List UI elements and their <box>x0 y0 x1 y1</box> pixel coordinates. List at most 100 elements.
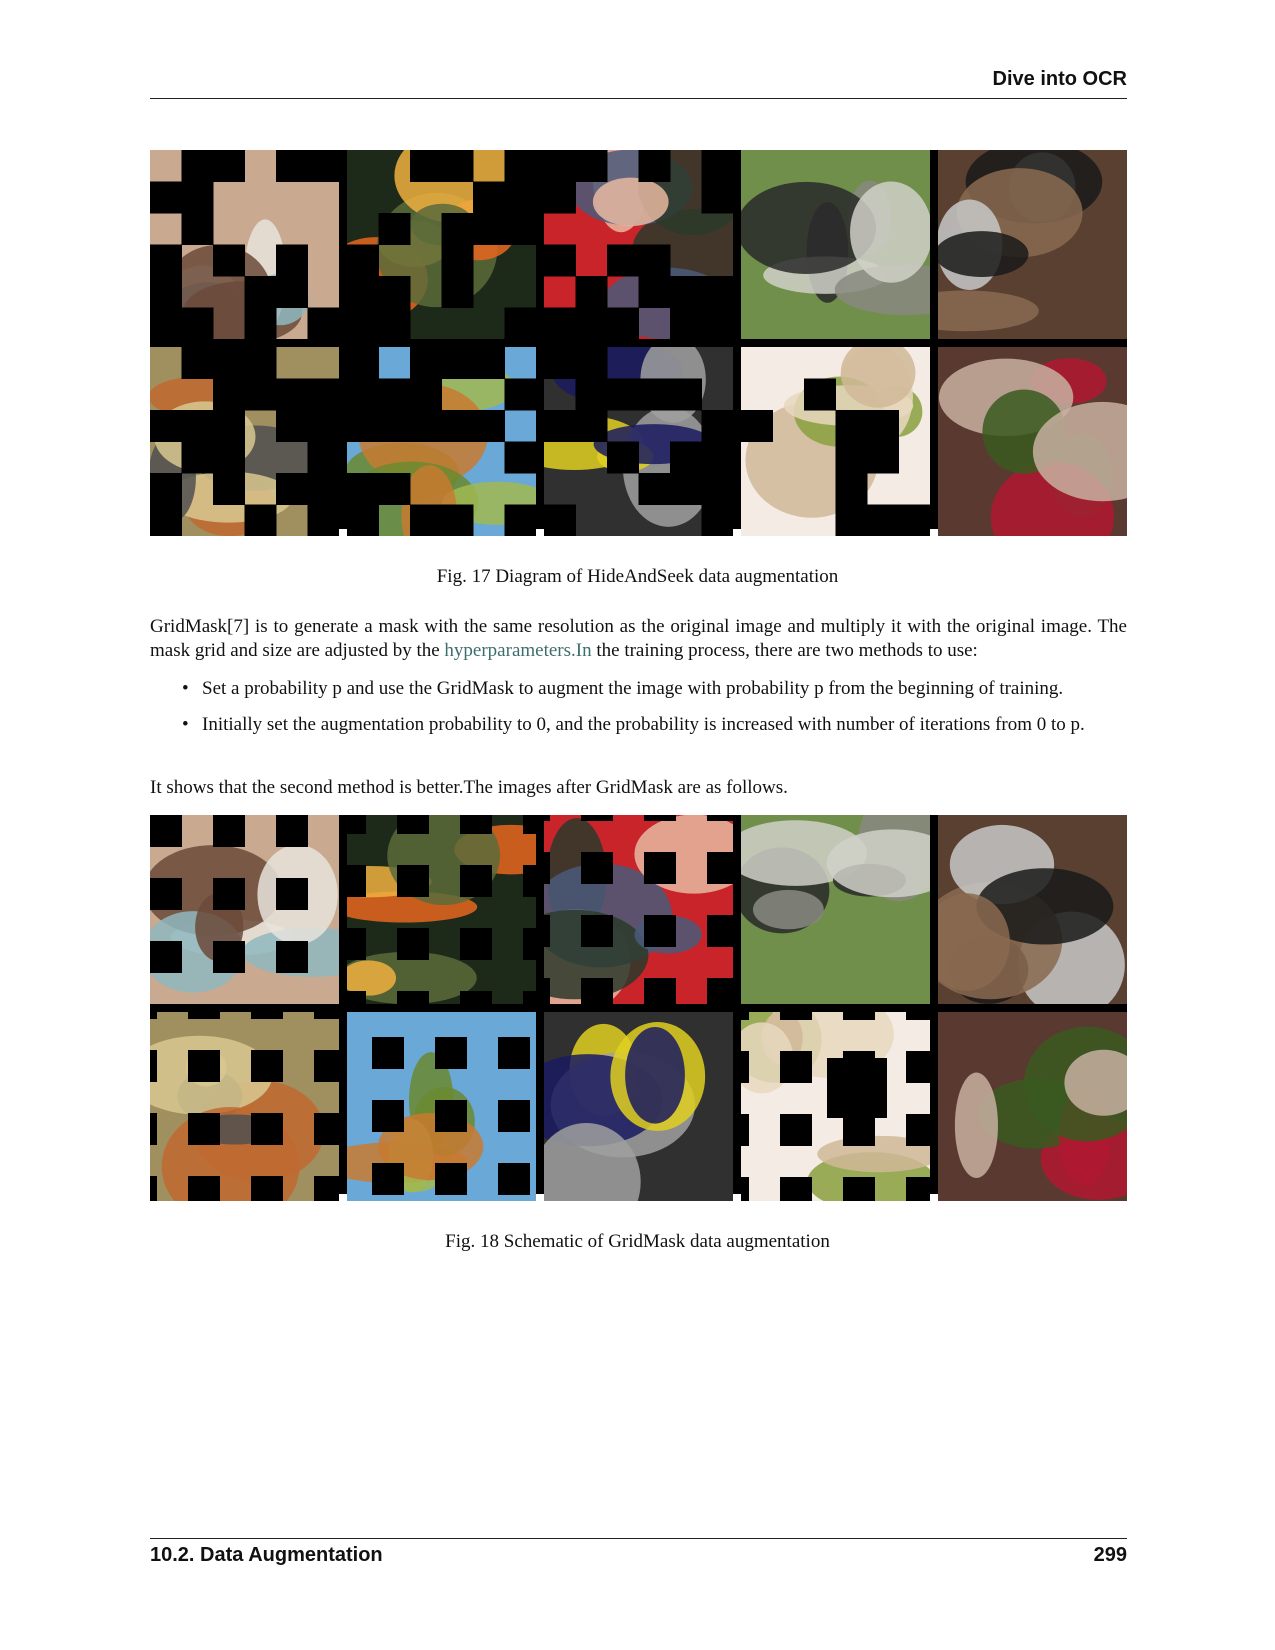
mask-block <box>441 150 474 182</box>
mask-block <box>181 307 214 339</box>
mask-block <box>670 307 702 339</box>
mask-block <box>441 347 474 379</box>
mask-block <box>213 150 245 182</box>
mask-block <box>581 852 613 884</box>
mask-block <box>575 410 608 442</box>
mask-block <box>835 473 868 505</box>
mask-block <box>741 1012 749 1020</box>
mask-block <box>473 347 505 379</box>
mask-block <box>581 915 613 947</box>
mask-block <box>188 1012 220 1019</box>
mask-block <box>504 150 536 182</box>
mask-block <box>372 1163 404 1195</box>
mask-block <box>347 276 379 308</box>
mask-block <box>701 276 733 308</box>
mask-block <box>638 150 671 182</box>
mask-block <box>701 181 733 214</box>
mask-block <box>276 150 308 182</box>
mask-block <box>741 1114 749 1146</box>
para-text-end: the training process, there are two meth… <box>591 640 978 661</box>
mask-block <box>213 815 245 847</box>
mask-block <box>150 941 182 973</box>
mask-block <box>460 865 492 897</box>
mask-block <box>906 1177 930 1201</box>
mask-block <box>780 1012 812 1020</box>
mask-block <box>607 378 639 411</box>
mask-block <box>213 244 245 277</box>
mask-block <box>843 1177 875 1201</box>
header-rule <box>150 98 1127 99</box>
mask-block <box>188 1176 220 1201</box>
mask-block <box>347 991 366 1004</box>
mask-block <box>575 347 608 379</box>
mask-block <box>378 213 411 245</box>
mask-block <box>276 878 308 910</box>
mask-block <box>307 307 339 339</box>
mask-block <box>670 378 702 411</box>
mask-block <box>638 378 671 411</box>
mask-block <box>378 410 411 442</box>
mask-block <box>150 276 182 308</box>
mask-block <box>435 1163 467 1195</box>
augmented-image-bowl <box>150 815 339 1004</box>
method-list: • Set a probability p and use the GridMas… <box>150 677 1127 749</box>
mask-block <box>372 1100 404 1132</box>
mask-block <box>347 347 379 379</box>
figure-18-caption: Fig. 18 Schematic of GridMask data augme… <box>445 1231 830 1252</box>
mask-block <box>276 941 308 973</box>
mask-block <box>607 244 639 277</box>
mask-block <box>314 1050 339 1082</box>
mask-block <box>504 378 536 411</box>
augmented-image-bird <box>150 1012 339 1201</box>
bullet-icon: • <box>182 714 189 735</box>
mask-block <box>435 1037 467 1069</box>
mask-block <box>347 244 379 277</box>
mask-block <box>314 1012 339 1019</box>
mask-block <box>276 473 308 505</box>
mask-block <box>473 181 505 214</box>
mask-block <box>701 410 733 442</box>
mask-block <box>150 1176 157 1201</box>
mask-block <box>181 150 214 182</box>
mask-block <box>435 1100 467 1132</box>
mask-block <box>741 1177 749 1201</box>
mask-block <box>347 815 366 834</box>
mask-block <box>347 473 379 505</box>
result-paragraph: It shows that the second method is bette… <box>150 777 788 798</box>
mask-block <box>827 1058 887 1118</box>
mask-block <box>498 1163 530 1195</box>
mask-block <box>244 378 277 411</box>
mask-block <box>581 815 613 821</box>
mask-block <box>188 1113 220 1145</box>
mask-block <box>307 150 339 182</box>
mask-block <box>150 307 182 339</box>
mask-block <box>460 815 492 834</box>
mask-block <box>670 441 702 474</box>
hyperparameters-link[interactable]: hyperparameters.In <box>444 640 591 661</box>
augmented-image-race-car <box>544 1012 733 1201</box>
page-number: 299 <box>1093 1544 1127 1566</box>
mask-block <box>670 276 702 308</box>
mask-block <box>213 441 245 474</box>
list-item: • Initially set the augmentation probabil… <box>150 713 1127 737</box>
mask-block <box>544 150 576 182</box>
mask-block <box>251 1012 283 1019</box>
mask-block <box>701 504 733 536</box>
mask-block <box>314 1176 339 1201</box>
augmented-image-fruit <box>741 1012 930 1201</box>
mask-block <box>150 244 182 277</box>
mask-block <box>835 441 868 474</box>
mask-block <box>347 307 379 339</box>
mask-block <box>843 1012 875 1020</box>
mask-block <box>780 1114 812 1146</box>
mask-block <box>397 865 429 897</box>
augmented-image-roses <box>938 347 1127 536</box>
mask-block <box>150 815 182 847</box>
mask-block <box>188 1050 220 1082</box>
mask-block <box>347 410 379 442</box>
mask-block <box>741 1051 749 1083</box>
gridmask-paragraph: GridMask[7] is to generate a mask with t… <box>150 615 1127 663</box>
mask-block <box>441 276 474 308</box>
mask-block <box>644 978 676 1004</box>
mask-block <box>244 307 277 339</box>
